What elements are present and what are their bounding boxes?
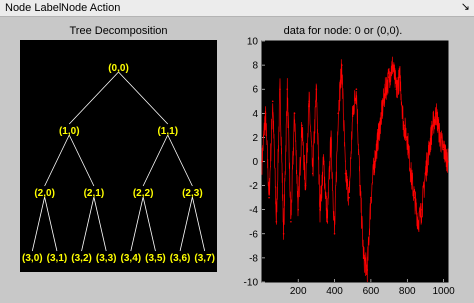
signal-point	[406, 136, 409, 139]
signal-point	[388, 76, 390, 78]
signal-point	[439, 136, 441, 139]
signal-point	[384, 88, 387, 90]
signal-point	[348, 196, 350, 199]
signal-point	[362, 257, 365, 259]
signal-point	[366, 269, 369, 271]
signal-point	[282, 233, 285, 235]
signal-point	[351, 112, 354, 115]
signal-point	[330, 136, 332, 139]
signal-point	[424, 172, 427, 175]
signal-point	[322, 160, 325, 163]
y-tick-label: 8	[252, 61, 258, 72]
signal-point	[319, 208, 321, 211]
signal-point	[271, 100, 274, 103]
signal-point	[370, 196, 372, 199]
signal-point	[315, 88, 318, 90]
signal-point	[264, 112, 267, 115]
signal-point	[395, 88, 398, 90]
signal-point	[355, 88, 358, 90]
signal-point	[311, 172, 314, 175]
signal-plot: 10 8 6 4 2 0 -2 -4 -6 -8 -10 200 400 600 800 1000	[244, 37, 456, 298]
signal-point	[297, 208, 299, 211]
signal-point	[417, 220, 419, 223]
y-tick-label: 6	[252, 85, 258, 96]
signal-point	[373, 160, 376, 163]
signal-point	[326, 220, 329, 223]
x-tick-label: 600	[363, 286, 380, 297]
y-tick-label: -10	[244, 278, 259, 289]
signal-point	[290, 220, 292, 223]
signal-point	[410, 172, 412, 175]
signal-point	[304, 184, 307, 187]
x-tick-label: 200	[290, 286, 307, 297]
signal-point	[413, 196, 416, 199]
signal-point	[275, 220, 278, 223]
signal-point	[421, 208, 423, 211]
signal-point	[381, 112, 383, 115]
x-tick-label: 800	[399, 286, 416, 297]
x-tick-label: 1000	[433, 286, 456, 297]
x-tick-label: 400	[326, 286, 343, 297]
signal-point	[337, 112, 339, 115]
signal-point	[261, 160, 263, 163]
y-tick-label: 2	[252, 133, 258, 144]
signal-point	[333, 233, 336, 235]
signal-point	[399, 76, 401, 78]
signal-point	[308, 100, 310, 103]
signal-point	[279, 88, 281, 90]
signal-point	[359, 184, 361, 187]
plot-area	[261, 40, 449, 283]
signal-point	[341, 64, 343, 66]
signal-point	[344, 172, 347, 175]
signal-point	[431, 124, 434, 127]
y-tick-label: -2	[249, 181, 258, 192]
signal-point	[293, 112, 296, 115]
signal-point	[428, 148, 430, 151]
signal-point	[286, 88, 289, 90]
y-tick-label: 0	[252, 157, 258, 168]
signal-point	[391, 64, 394, 66]
y-tick-label: 10	[247, 37, 259, 48]
signal-point	[447, 160, 449, 163]
signal-point	[442, 148, 445, 151]
y-tick-label: -4	[249, 205, 258, 216]
signal-point	[402, 124, 405, 127]
y-tick-label: -8	[249, 253, 258, 264]
signal-point	[268, 196, 270, 199]
y-tick-label: -6	[249, 229, 258, 240]
signal-point	[301, 124, 303, 127]
y-tick-label: 4	[252, 109, 258, 120]
signal-point	[435, 112, 438, 115]
signal-point	[377, 136, 379, 139]
